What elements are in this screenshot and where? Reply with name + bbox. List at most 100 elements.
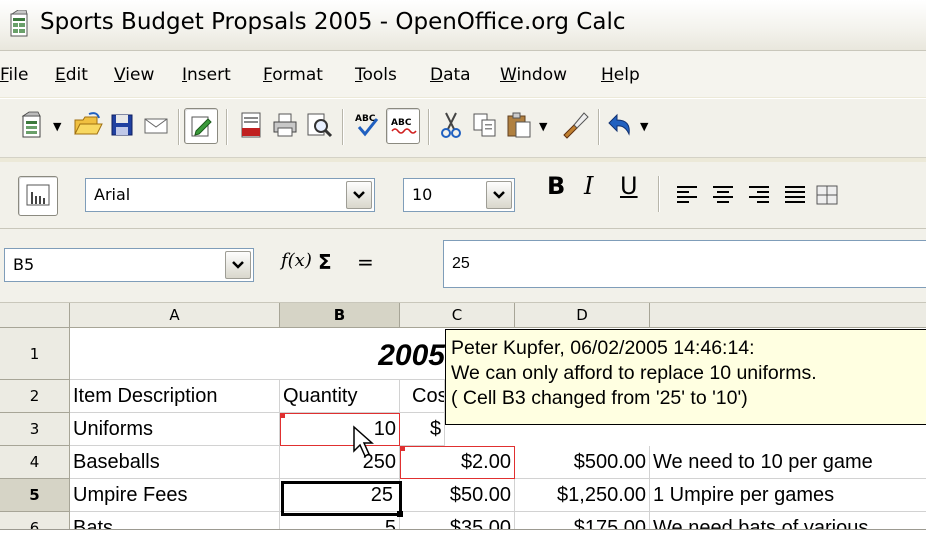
cell-c5[interactable]: $50.00	[400, 479, 515, 512]
row-header-6[interactable]: 6	[0, 512, 70, 529]
chevron-down-icon	[232, 261, 244, 269]
column-header-e[interactable]	[650, 303, 926, 328]
toolbar-separator	[178, 109, 180, 145]
clone-format-icon[interactable]	[560, 110, 590, 140]
cell-d4[interactable]: $500.00	[515, 446, 650, 479]
font-size-dropdown-button[interactable]	[486, 181, 512, 209]
paste-icon[interactable]	[504, 110, 534, 140]
screenshot-margin	[926, 0, 932, 535]
name-box[interactable]: B5	[4, 248, 254, 282]
merge-cells-icon[interactable]	[812, 180, 842, 210]
cell-e5[interactable]: 1 Umpire per games	[650, 479, 926, 512]
edit-file-icon[interactable]	[184, 108, 218, 144]
font-size-combobox[interactable]: 10	[403, 178, 515, 212]
cell-c6[interactable]: $35.00	[400, 512, 515, 529]
cell-b2[interactable]: Quantity	[280, 380, 400, 413]
spellcheck-icon[interactable]: ABC	[352, 110, 382, 140]
justify-icon[interactable]	[780, 180, 810, 210]
font-name-combobox[interactable]: Arial	[85, 178, 375, 212]
new-document-icon[interactable]	[18, 110, 48, 140]
row-header-1[interactable]: 1	[0, 328, 70, 380]
cell-a4[interactable]: Baseballs	[70, 446, 280, 479]
column-header-b[interactable]: B	[280, 303, 400, 328]
menu-edit[interactable]: Edit	[55, 65, 88, 85]
column-header-d[interactable]: D	[515, 303, 650, 328]
change-marker	[401, 447, 405, 451]
underline-button[interactable]: U	[620, 172, 638, 200]
menu-view[interactable]: View	[114, 65, 154, 85]
cut-icon[interactable]	[436, 110, 466, 140]
copy-icon[interactable]	[470, 110, 500, 140]
cell-a2[interactable]: Item Description	[70, 380, 280, 413]
cell-a3[interactable]: Uniforms	[70, 413, 280, 446]
cell-a5[interactable]: Umpire Fees	[70, 479, 280, 512]
styles-formatting-icon[interactable]	[18, 176, 58, 216]
sum-button[interactable]: Σ	[318, 250, 332, 274]
function-equals-button[interactable]: =	[357, 250, 374, 274]
menu-window[interactable]: Window	[500, 65, 567, 85]
row-header-4[interactable]: 4	[0, 446, 70, 479]
chevron-down-icon	[353, 191, 365, 199]
row-header-5[interactable]: 5	[0, 479, 70, 512]
formula-input-value: 25	[452, 255, 470, 272]
menu-file[interactable]: File	[0, 65, 28, 85]
cell-b4[interactable]: 250	[280, 446, 400, 479]
cell-c2[interactable]: Cos	[400, 380, 445, 413]
column-header-c[interactable]: C	[400, 303, 515, 328]
font-size-value: 10	[412, 185, 433, 204]
cell-d5[interactable]: $1,250.00	[515, 479, 650, 512]
menu-tools[interactable]: Tools	[355, 65, 397, 85]
calc-app-icon	[10, 10, 28, 37]
menu-data[interactable]: Data	[430, 65, 471, 85]
align-center-icon[interactable]	[708, 180, 738, 210]
bold-button[interactable]: B	[547, 172, 565, 200]
align-left-icon[interactable]	[672, 180, 702, 210]
save-disk-icon[interactable]	[107, 110, 137, 140]
select-all-corner[interactable]	[0, 303, 70, 328]
menu-insert[interactable]: Insert	[182, 65, 231, 85]
svg-text:ABC: ABC	[391, 118, 412, 128]
open-folder-icon[interactable]	[73, 110, 103, 140]
menu-format[interactable]: Format	[263, 65, 323, 85]
formula-input[interactable]: 25	[443, 240, 926, 288]
column-header-a[interactable]: A	[70, 303, 280, 328]
calc-window: Sports Budget Propsals 2005 - OpenOffice…	[0, 0, 927, 530]
cell-e4[interactable]: We need to 10 per game	[650, 446, 926, 479]
toolbar-separator	[342, 109, 344, 145]
row-header-3[interactable]: 3	[0, 413, 70, 446]
new-dropdown-arrow-icon[interactable]: ▼	[53, 120, 61, 133]
export-pdf-icon[interactable]	[236, 110, 266, 140]
cell-a6[interactable]: Bats	[70, 512, 280, 529]
tooltip-change-line: ( Cell B3 changed from '25' to '10')	[451, 387, 748, 409]
function-wizard-button[interactable]: f(x)	[281, 250, 312, 271]
toolbar-separator	[658, 176, 660, 212]
menu-bar: File Edit View Insert Format Tools Data …	[0, 51, 926, 97]
sheet-title-cell[interactable]: 2005	[70, 328, 445, 380]
autospellcheck-icon[interactable]: ABC	[386, 108, 420, 144]
align-right-icon[interactable]	[744, 180, 774, 210]
chevron-down-icon	[493, 191, 505, 199]
page-preview-icon[interactable]	[304, 110, 334, 140]
menu-help[interactable]: Help	[601, 65, 640, 85]
paste-dropdown-arrow-icon[interactable]: ▼	[539, 120, 547, 133]
mouse-pointer-icon	[353, 425, 374, 458]
cell-d6[interactable]: $175.00	[515, 512, 650, 529]
active-cell-cursor	[281, 481, 402, 516]
cell-c4[interactable]: $2.00	[400, 446, 515, 479]
print-icon[interactable]	[270, 110, 300, 140]
undo-icon[interactable]	[606, 110, 636, 140]
cell-e6[interactable]: We need bats of various	[650, 512, 926, 529]
title-bar[interactable]: Sports Budget Propsals 2005 - OpenOffice…	[0, 0, 926, 51]
fill-handle[interactable]	[397, 511, 403, 517]
cell-c3[interactable]: $	[400, 413, 445, 446]
name-box-value: B5	[13, 255, 35, 274]
email-icon[interactable]	[141, 110, 171, 140]
name-box-dropdown-button[interactable]	[225, 251, 251, 279]
cell-b3[interactable]: 10	[280, 413, 400, 446]
italic-button[interactable]: I	[584, 172, 593, 200]
change-marker	[281, 414, 285, 418]
undo-dropdown-arrow-icon[interactable]: ▼	[640, 120, 648, 133]
font-name-dropdown-button[interactable]	[346, 181, 372, 209]
tooltip-author-line: Peter Kupfer, 06/02/2005 14:46:14:	[451, 337, 755, 359]
row-header-2[interactable]: 2	[0, 380, 70, 413]
